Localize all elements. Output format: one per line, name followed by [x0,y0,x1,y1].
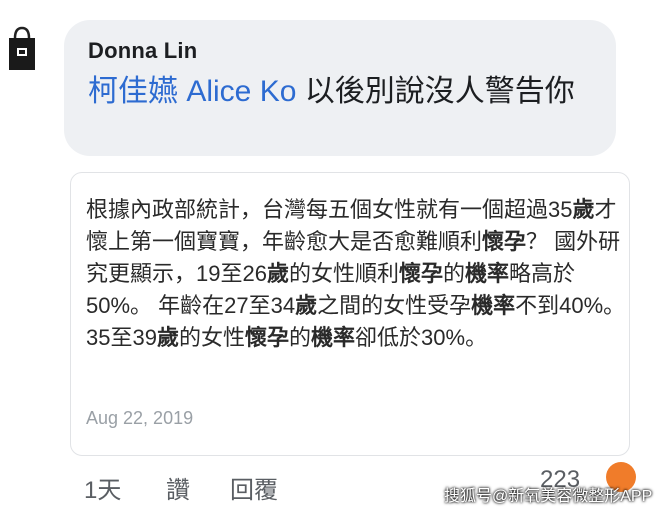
highlighted-keyword: 歲 [295,293,318,318]
highlighted-keyword: 歲 [156,325,179,350]
comment-text: 柯佳嬿 Alice Ko 以後別說沒人警告你 [88,72,598,112]
highlighted-keyword: 機率 [311,325,356,350]
highlighted-keyword: 機率 [465,261,510,286]
post-text-segment: 根據內政部統計，台灣每五個女性就有一個超過35 [86,197,573,222]
highlighted-keyword: 懷孕 [398,261,443,286]
post-text-segment: 的女性 [178,325,245,350]
highlighted-keyword: 懷孕 [244,325,289,350]
comment-author[interactable]: Donna Lin [88,38,197,64]
avatar[interactable] [6,26,38,72]
reply-button[interactable]: 回覆 [230,470,278,505]
post-text-segment: 卻低於30%。 [355,325,488,350]
post-text-segment: 的 [289,325,312,350]
like-button[interactable]: 讚 [166,470,190,505]
shopping-bag-icon [9,26,35,70]
post-text-segment: 的女性順利 [288,261,399,286]
post-text-segment: 的 [443,261,466,286]
timestamp[interactable]: 1天 [84,470,121,505]
watermark: 搜狐号@新氧美容微整形APP [444,488,653,505]
highlighted-keyword: 歲 [266,261,289,286]
shared-post-date: Aug 22, 2019 [86,408,194,428]
shared-post-text: 根據內政部統計，台灣每五個女性就有一個超過35歲才懷上第一個寶寶，年齡愈大是否愈… [86,194,626,354]
highlighted-keyword: 機率 [471,293,516,318]
mention-link[interactable]: 柯佳嬿 Alice Ko [88,75,296,108]
highlighted-keyword: 歲 [572,197,595,222]
comment-body: 以後別說沒人警告你 [296,75,575,108]
post-text-segment: 之間的女性受孕 [317,293,472,318]
highlighted-keyword: 懷孕 [482,229,527,254]
